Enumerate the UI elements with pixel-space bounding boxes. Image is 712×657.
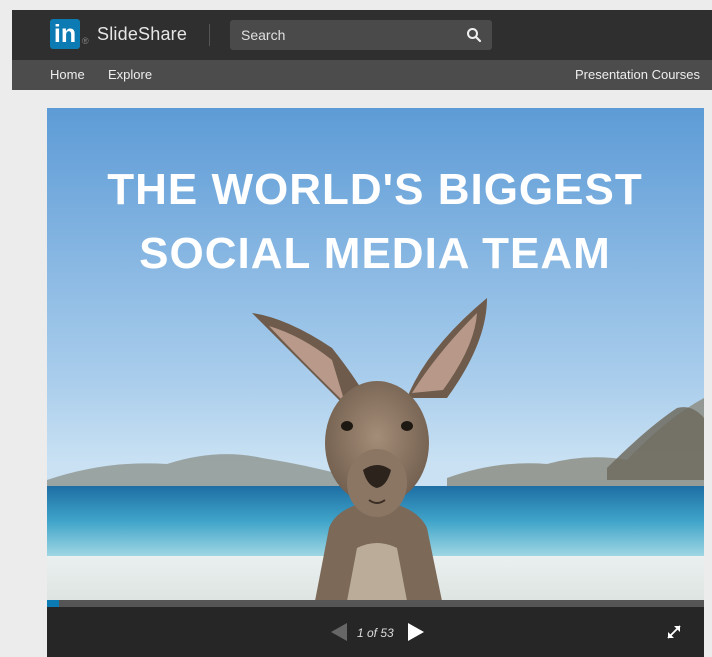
top-header: in ® SlideShare Search [12,10,712,60]
fullscreen-icon[interactable] [665,623,683,641]
search-icon[interactable] [466,27,482,43]
brand-name[interactable]: SlideShare [97,24,187,45]
linkedin-logo[interactable]: in [50,19,80,49]
search-placeholder: Search [241,27,286,43]
header-divider [209,24,210,46]
search-input[interactable]: Search [230,20,492,50]
slide-title-line-2: SOCIAL MEDIA TEAM [139,229,611,278]
page-indicator: 1 of 53 [357,626,394,640]
slide-viewer[interactable]: THE WORLD'S BIGGEST SOCIAL MEDIA TEAM [47,108,704,601]
nav-home[interactable]: Home [50,67,85,82]
slide-progress-fill [47,600,60,607]
slide-title-line-1: THE WORLD'S BIGGEST [107,165,642,214]
nav-presentation-courses[interactable]: Presentation Courses [575,67,700,82]
next-arrow-icon[interactable] [406,622,426,642]
nav-explore[interactable]: Explore [108,67,152,82]
previous-arrow-icon[interactable] [329,622,349,642]
nav-bar: Home Explore Presentation Courses [12,60,712,90]
slide-progress-bar[interactable] [47,600,704,607]
player-controls: 1 of 53 [47,607,704,657]
slide-image: THE WORLD'S BIGGEST SOCIAL MEDIA TEAM [47,108,704,601]
registered-mark: ® [82,36,89,46]
